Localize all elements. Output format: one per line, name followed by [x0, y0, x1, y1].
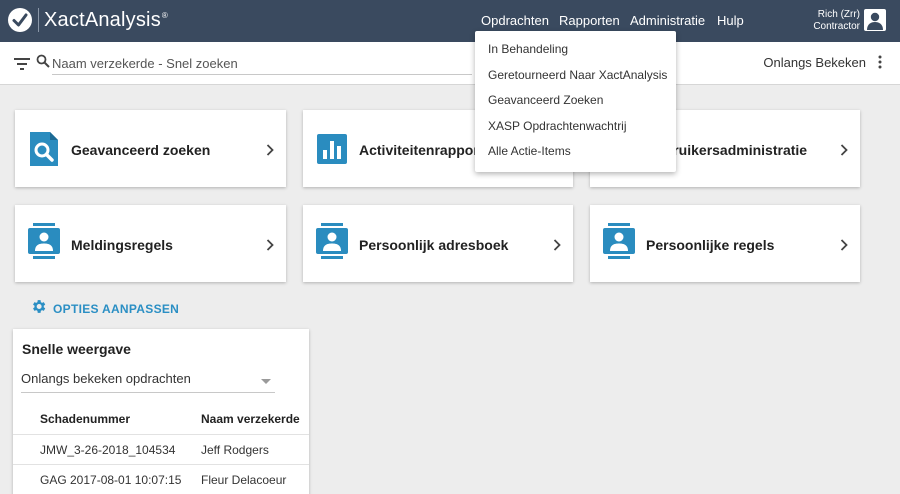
cell-naam-verzekerde: Fleur Delacoeur — [201, 473, 287, 487]
search-document-icon — [28, 132, 60, 166]
tile-label: Meldingsregels — [71, 237, 173, 253]
chevron-right-icon — [266, 238, 274, 256]
user-name: Rich (Zrr) — [817, 9, 860, 20]
tile-label: Geavanceerd zoeken — [71, 142, 211, 158]
more-options-icon[interactable] — [878, 55, 882, 74]
table-row[interactable]: JMW_3-26-2018_104534 Jeff Rodgers — [13, 434, 309, 464]
quick-search-input[interactable] — [52, 53, 472, 75]
table-row[interactable]: GAG 2017-08-01 10:07:15 Fleur Delacoeur — [13, 464, 309, 494]
recently-viewed-button[interactable]: Onlangs Bekeken — [763, 55, 866, 70]
nav-rapporten[interactable]: Rapporten — [559, 13, 620, 28]
options-label: OPTIES AANPASSEN — [53, 302, 180, 316]
cell-naam-verzekerde: Jeff Rodgers — [201, 443, 269, 457]
menu-item-geretourneerd[interactable]: Geretourneerd Naar XactAnalysis — [475, 63, 676, 89]
quick-view-select[interactable]: Onlangs bekeken opdrachten — [21, 371, 275, 393]
search-icon — [36, 54, 50, 73]
nav-opdrachten[interactable]: Opdrachten — [481, 13, 549, 28]
opdrachten-dropdown-menu: In Behandeling Geretourneerd Naar XactAn… — [475, 31, 676, 172]
top-navigation-bar: XactAnalysis® Opdrachten Rapporten Admin… — [0, 0, 900, 42]
bar-chart-icon — [316, 132, 348, 166]
gear-icon — [30, 298, 47, 320]
menu-item-geavanceerd-zoeken[interactable]: Geavanceerd Zoeken — [475, 88, 676, 114]
logo-divider — [38, 8, 39, 32]
search-bar: Onlangs Bekeken — [0, 42, 900, 85]
person-card-icon — [316, 223, 348, 259]
tile-label: Persoonlijke regels — [646, 237, 775, 253]
person-card-icon — [28, 223, 60, 259]
cell-schadenummer: JMW_3-26-2018_104534 — [40, 443, 176, 457]
column-header-schadenummer[interactable]: Schadenummer — [40, 412, 130, 426]
user-info[interactable]: Rich (Zrr) Contractor — [813, 9, 860, 33]
user-role: Contractor — [813, 21, 860, 32]
tile-geavanceerd-zoeken[interactable]: Geavanceerd zoeken — [15, 110, 286, 187]
logo-text: XactAnalysis® — [44, 8, 169, 31]
nav-administratie[interactable]: Administratie — [630, 13, 705, 28]
quick-view-title: Snelle weergave — [22, 341, 131, 357]
chevron-right-icon — [266, 143, 274, 161]
customize-options-button[interactable]: OPTIES AANPASSEN — [30, 298, 179, 320]
tile-meldingsregels[interactable]: Meldingsregels — [15, 205, 286, 282]
menu-item-xasp-wachtrij[interactable]: XASP Opdrachtenwachtrij — [475, 114, 676, 140]
menu-item-alle-actie-items[interactable]: Alle Actie-Items — [475, 139, 676, 165]
nav-hulp[interactable]: Hulp — [717, 13, 744, 28]
logo[interactable]: XactAnalysis® — [8, 8, 168, 32]
quick-view-panel: Snelle weergave Onlangs bekeken opdracht… — [13, 329, 309, 494]
xactware-check-icon — [8, 8, 32, 32]
avatar-icon[interactable] — [864, 9, 886, 31]
chevron-right-icon — [840, 143, 848, 161]
chevron-right-icon — [840, 238, 848, 256]
person-card-icon — [603, 223, 635, 259]
chevron-right-icon — [553, 238, 561, 256]
quick-view-selected: Onlangs bekeken opdrachten — [21, 371, 191, 386]
tile-persoonlijke-regels[interactable]: Persoonlijke regels — [590, 205, 860, 282]
tile-persoonlijk-adresboek[interactable]: Persoonlijk adresboek — [303, 205, 573, 282]
caret-down-icon — [261, 379, 271, 384]
tile-label: Persoonlijk adresboek — [359, 237, 509, 253]
filter-icon[interactable] — [14, 57, 30, 75]
column-header-naam-verzekerde[interactable]: Naam verzekerde — [201, 412, 300, 426]
cell-schadenummer: GAG 2017-08-01 10:07:15 — [40, 473, 182, 487]
menu-item-in-behandeling[interactable]: In Behandeling — [475, 37, 676, 63]
